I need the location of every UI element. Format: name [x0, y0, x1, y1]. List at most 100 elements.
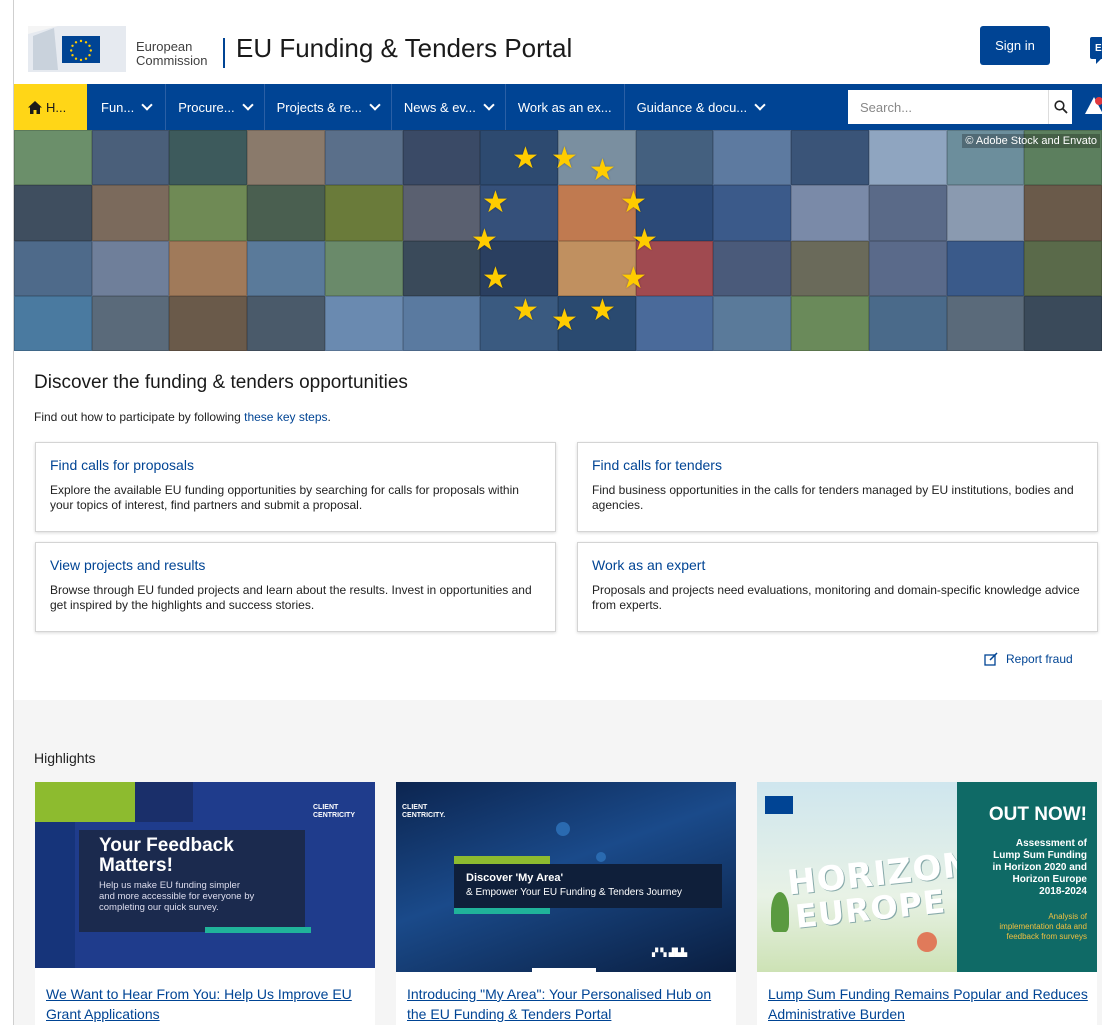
decor-dot: [556, 822, 570, 836]
card-title[interactable]: View projects and results: [50, 557, 541, 573]
european-commission-logo[interactable]: [28, 26, 126, 72]
search-box: [848, 90, 1072, 124]
out-now-text: Assessment of Lump Sum Funding in Horizo…: [993, 838, 1087, 898]
ec-line-1: European: [136, 39, 193, 54]
eu-star-icon: ★: [512, 142, 539, 175]
eu-star-icon: ★: [482, 186, 509, 219]
client-centricity-tag: CLIENT CENTRICITY.: [402, 804, 446, 819]
search-input[interactable]: [848, 90, 1048, 124]
card-title[interactable]: Work as an expert: [592, 557, 1083, 573]
card-find-calls-proposals[interactable]: Find calls for proposals Explore the ava…: [35, 442, 556, 532]
client-centricity-tag: CLIENT CENTRICITY: [313, 804, 355, 819]
feedback-sub-2: and more accessible for everyone by: [99, 891, 255, 902]
out-now-sub: feedback from surveys: [1006, 932, 1087, 941]
decor-bottom-bar: [35, 968, 375, 972]
tree-decor: [771, 892, 789, 932]
highlight-image[interactable]: CLIENT CENTRICITY Your Feedback Matters!…: [35, 782, 375, 972]
portal-title[interactable]: EU Funding & Tenders Portal: [236, 33, 572, 64]
ec-line-2: Commission: [136, 53, 208, 68]
horizon-illustration: HORIZON EUROPE: [757, 782, 974, 972]
nav-funding-label: Fun...: [101, 99, 135, 115]
card-find-calls-tenders[interactable]: Find calls for tenders Find business opp…: [577, 442, 1098, 532]
highlight-card[interactable]: CLIENT CENTRICITY Your Feedback Matters!…: [35, 782, 375, 1025]
my-area-sub: & Empower Your EU Funding & Tenders Jour…: [466, 887, 683, 898]
out-now-panel: OUT NOW! Assessment of Lump Sum Funding …: [957, 782, 1097, 972]
intro-end: .: [327, 410, 331, 424]
eu-star-icon: ★: [551, 304, 578, 337]
sign-in-button[interactable]: Sign in: [980, 26, 1050, 65]
card-description: Browse through EU funded projects and le…: [50, 583, 532, 612]
chevron-down-icon: [141, 98, 153, 111]
highlight-image[interactable]: CLIENT CENTRICITY. Discover 'My Area' & …: [396, 782, 736, 972]
eu-star-icon: ★: [512, 294, 539, 327]
nav-funding[interactable]: Fun...: [87, 84, 167, 130]
nav-work-as-expert[interactable]: Work as an ex...: [506, 84, 625, 130]
discover-intro: Find out how to participate by following…: [34, 410, 331, 424]
nav-home-label: H...: [46, 99, 67, 115]
alert-icon[interactable]: [1084, 96, 1102, 116]
intro-text: Find out how to participate by following: [34, 410, 245, 424]
chevron-down-icon: [483, 98, 495, 111]
nav-expert-label: Work as an ex...: [517, 99, 612, 115]
ec-mini-logo: ▞ ▚ ▟▙▙: [652, 948, 688, 957]
out-now-line: Assessment of: [1015, 838, 1087, 849]
feedback-heading-1: Your Feedback: [99, 835, 234, 856]
highlight-link[interactable]: Lump Sum Funding Remains Popular and Red…: [768, 984, 1088, 1024]
decor-green-block: [35, 782, 135, 822]
eu-star-icon: ★: [589, 154, 616, 187]
highlights-title: Highlights: [34, 750, 96, 766]
highlight-card[interactable]: CLIENT CENTRICITY. Discover 'My Area' & …: [396, 782, 736, 1025]
search-icon: [1053, 100, 1068, 114]
nav-news-events[interactable]: News & ev...: [392, 84, 506, 130]
nav-projects-results[interactable]: Projects & re...: [265, 84, 392, 130]
logo-separator: [223, 38, 225, 68]
out-now-subtext: Analysis of implementation data and feed…: [999, 912, 1087, 942]
language-selector[interactable]: EN: [1090, 37, 1102, 64]
nav-procurement-label: Procure...: [178, 99, 235, 115]
site-header: European Commission EU Funding & Tenders…: [14, 0, 1102, 84]
feedback-heading-2: Matters!: [99, 855, 173, 876]
edit-external-icon: [984, 652, 998, 666]
chevron-down-icon: [241, 98, 254, 111]
highlight-card[interactable]: HORIZON EUROPE OUT NOW! Assessment of Lu…: [757, 782, 1097, 1025]
out-now-line: in Horizon 2020 and: [992, 862, 1087, 873]
eu-star-icon: ★: [471, 224, 498, 257]
nav-procurement[interactable]: Procure...: [166, 84, 265, 130]
home-icon: [28, 100, 42, 114]
key-steps-link[interactable]: these key steps: [244, 410, 327, 424]
card-title[interactable]: Find calls for tenders: [592, 457, 1083, 473]
highlight-link[interactable]: Introducing "My Area": Your Personalised…: [407, 984, 727, 1024]
eu-flag-icon: [765, 796, 793, 814]
decor-dot: [596, 852, 606, 862]
image-credit: © Adobe Stock and Envato: [962, 134, 1100, 148]
hero-collage-image: ★ ★ ★ ★ ★ ★ ★ ★ ★ ★ ★ ★ © Adobe Stock an…: [14, 130, 1102, 351]
card-description: Find business opportunities in the calls…: [592, 483, 1074, 512]
decor-left-strip: [35, 822, 75, 972]
eu-star-icon: ★: [551, 142, 578, 175]
search-button[interactable]: [1048, 90, 1072, 124]
nav-guidance-docs[interactable]: Guidance & docu...: [625, 84, 777, 130]
nav-home[interactable]: H...: [14, 84, 87, 130]
card-title[interactable]: Find calls for proposals: [50, 457, 541, 473]
decor-dark-block: [135, 782, 193, 822]
decor-teal-bar: [205, 927, 311, 933]
nav-projects-label: Projects & re...: [276, 99, 362, 115]
eu-star-icon: ★: [620, 186, 647, 219]
out-now-line: Horizon Europe: [1012, 874, 1087, 885]
report-fraud-link[interactable]: Report fraud: [984, 652, 1073, 666]
decor-teal-bar: [454, 908, 550, 914]
nav-guidance-label: Guidance & docu...: [636, 99, 748, 115]
eu-star-icon: ★: [482, 262, 509, 295]
card-view-projects-results[interactable]: View projects and results Browse through…: [35, 542, 556, 632]
card-work-as-expert[interactable]: Work as an expert Proposals and projects…: [577, 542, 1098, 632]
decor-bottom-bar: [532, 968, 596, 972]
nav-news-label: News & ev...: [403, 99, 476, 115]
eu-star-icon: ★: [589, 294, 616, 327]
my-area-panel: Discover 'My Area' & Empower Your EU Fun…: [454, 864, 722, 908]
highlight-image[interactable]: HORIZON EUROPE OUT NOW! Assessment of Lu…: [757, 782, 1097, 972]
highlight-link[interactable]: We Want to Hear From You: Help Us Improv…: [46, 984, 366, 1024]
out-now-line: 2018-2024: [1039, 886, 1087, 897]
feedback-sub-3: completing our quick survey.: [99, 902, 219, 913]
report-fraud-label: Report fraud: [1006, 652, 1073, 666]
feedback-panel: Your Feedback Matters! Help us make EU f…: [79, 830, 305, 932]
